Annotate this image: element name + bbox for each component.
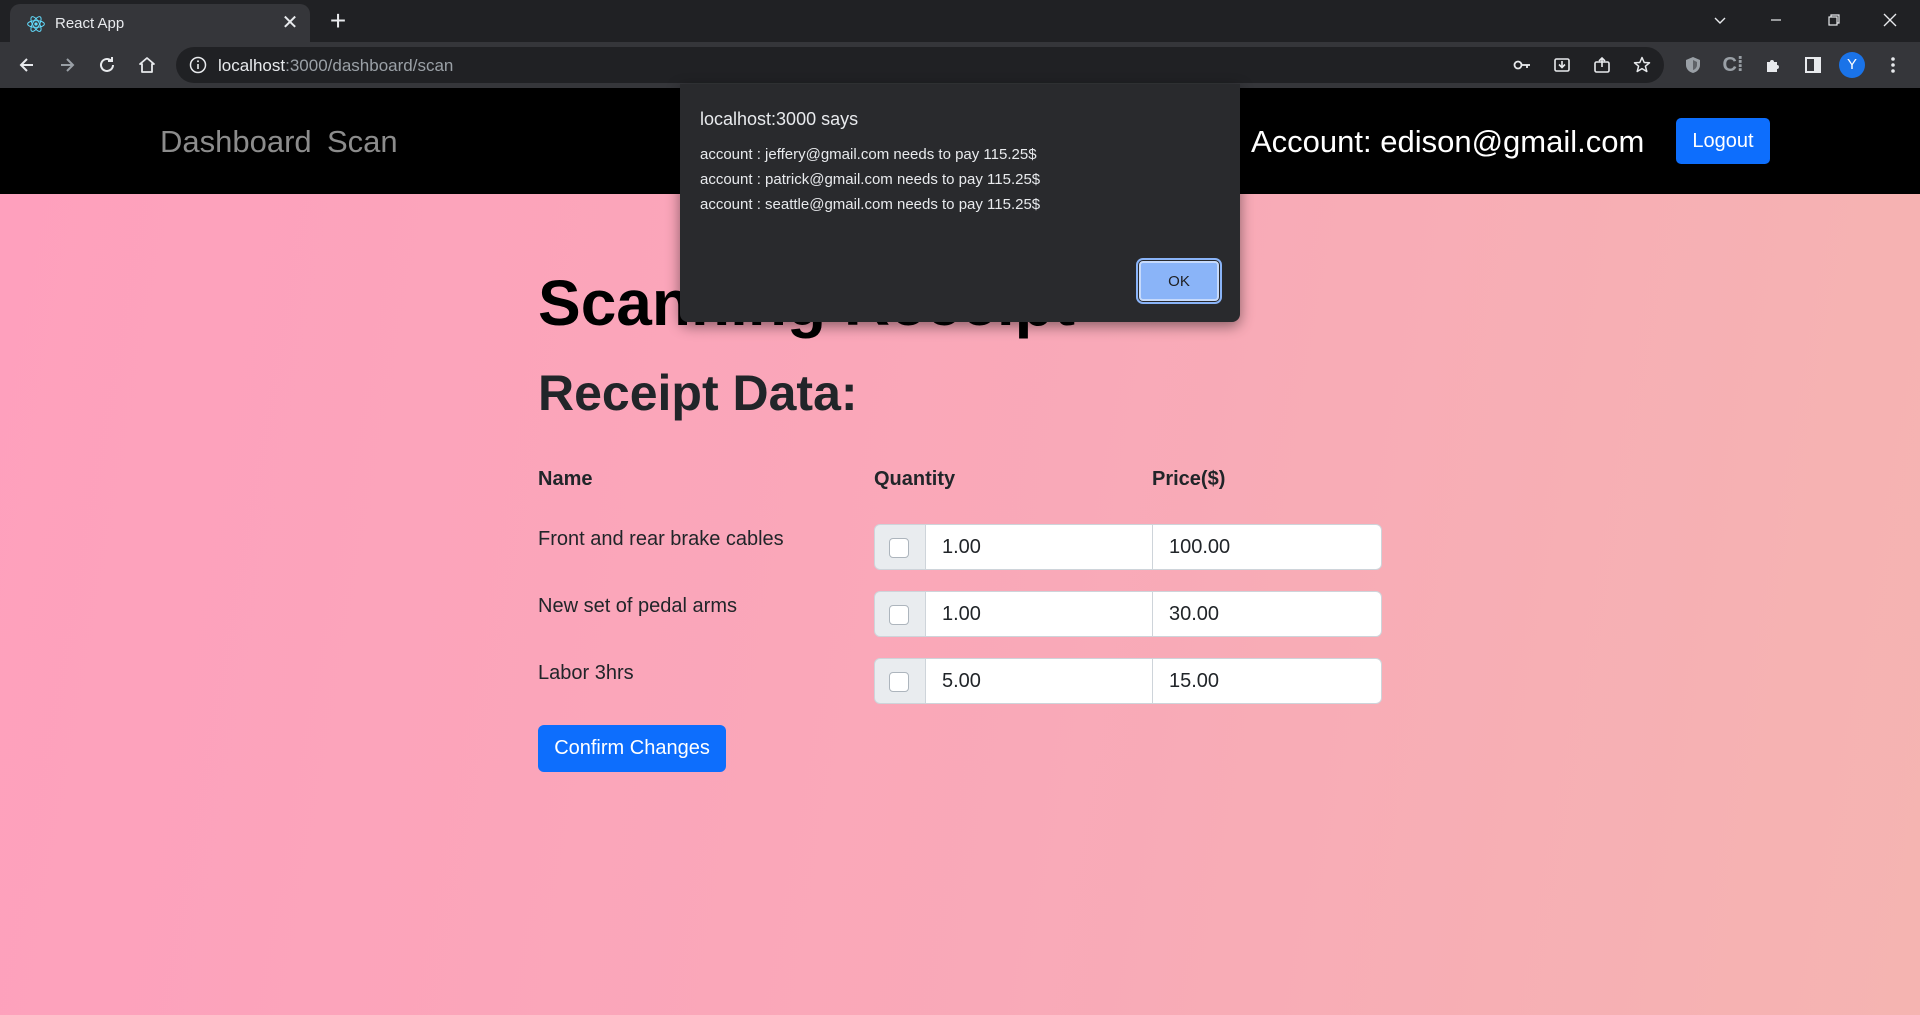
url-text: localhost:3000/dashboard/scan xyxy=(218,56,454,75)
item-name: New set of pedal arms xyxy=(538,595,737,617)
account-label: Account: edison@gmail.com xyxy=(1251,124,1645,159)
section-title: Receipt Data: xyxy=(538,365,858,421)
key-icon[interactable] xyxy=(1510,53,1534,77)
back-icon[interactable] xyxy=(10,48,44,82)
logout-button[interactable]: Logout xyxy=(1676,118,1770,164)
dialog-message-line: account : patrick@gmail.com needs to pay… xyxy=(700,171,1041,188)
forward-icon[interactable] xyxy=(50,48,84,82)
share-icon[interactable] xyxy=(1590,53,1614,77)
item-name: Front and rear brake cables xyxy=(538,528,784,550)
home-icon[interactable] xyxy=(130,48,164,82)
price-input[interactable] xyxy=(1152,658,1382,704)
item-checkbox[interactable] xyxy=(889,538,909,558)
side-panel-icon[interactable] xyxy=(1796,48,1830,82)
shield-extension-icon[interactable] xyxy=(1676,48,1710,82)
column-header-name: Name xyxy=(538,468,593,490)
bookmark-star-icon[interactable] xyxy=(1630,53,1654,77)
reload-icon[interactable] xyxy=(90,48,124,82)
minimize-icon[interactable] xyxy=(1748,4,1804,36)
item-row xyxy=(874,591,1382,637)
nav-link-dashboard[interactable]: Dashboard xyxy=(160,124,312,160)
column-header-quantity: Quantity xyxy=(874,468,956,490)
column-header-price: Price($) xyxy=(1152,468,1226,490)
select-cell xyxy=(874,591,926,637)
item-row xyxy=(874,524,1382,570)
quantity-input[interactable] xyxy=(925,658,1153,704)
tab-strip: React App ✕ + xyxy=(0,0,1920,42)
site-info-icon[interactable] xyxy=(188,55,208,75)
item-checkbox[interactable] xyxy=(889,605,909,625)
dialog-ok-button[interactable]: OK xyxy=(1136,258,1222,304)
install-app-icon[interactable] xyxy=(1550,53,1574,77)
alert-dialog: localhost:3000 says account : jeffery@gm… xyxy=(680,84,1240,322)
tab-search-chevron-icon[interactable] xyxy=(1692,4,1748,36)
select-cell xyxy=(874,658,926,704)
puzzle-extensions-icon[interactable] xyxy=(1756,48,1790,82)
price-input[interactable] xyxy=(1152,591,1382,637)
item-checkbox[interactable] xyxy=(889,672,909,692)
profile-avatar[interactable]: Y xyxy=(1839,52,1865,78)
code-extension-icon[interactable]: C⁞ xyxy=(1716,48,1750,82)
item-name: Labor 3hrs xyxy=(538,662,634,684)
new-tab-icon[interactable]: + xyxy=(323,7,353,37)
dialog-title: localhost:3000 says xyxy=(700,109,859,129)
nav-link-scan[interactable]: Scan xyxy=(327,124,398,160)
react-logo-icon xyxy=(27,16,45,32)
tab-react-app[interactable]: React App ✕ xyxy=(10,4,310,42)
menu-kebab-icon[interactable] xyxy=(1876,48,1910,82)
close-window-icon[interactable] xyxy=(1862,4,1918,36)
quantity-input[interactable] xyxy=(925,591,1153,637)
restore-icon[interactable] xyxy=(1806,4,1862,36)
price-input[interactable] xyxy=(1152,524,1382,570)
dialog-message-line: account : jeffery@gmail.com needs to pay… xyxy=(700,146,1037,163)
select-cell xyxy=(874,524,926,570)
confirm-changes-button[interactable]: Confirm Changes xyxy=(538,725,726,772)
item-row xyxy=(874,658,1382,704)
browser-toolbar: localhost:3000/dashboard/scan C⁞ Y xyxy=(0,42,1920,88)
tab-title: React App xyxy=(55,15,125,32)
address-bar[interactable]: localhost:3000/dashboard/scan xyxy=(176,47,1664,83)
tab-close-icon[interactable]: ✕ xyxy=(278,11,302,35)
dialog-message-line: account : seattle@gmail.com needs to pay… xyxy=(700,196,1041,213)
quantity-input[interactable] xyxy=(925,524,1153,570)
